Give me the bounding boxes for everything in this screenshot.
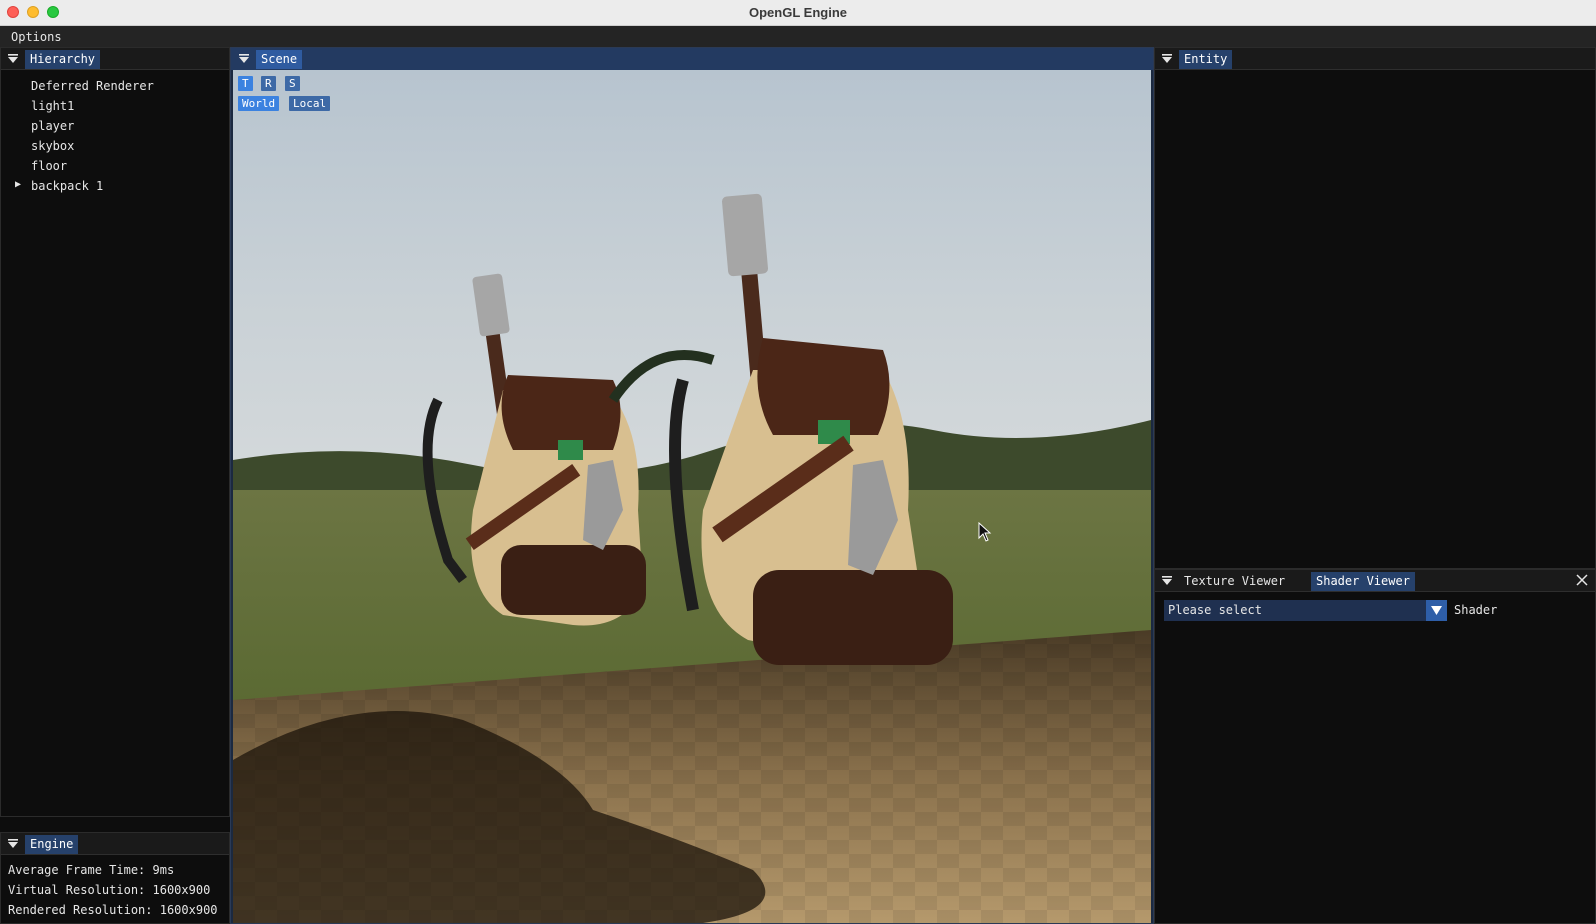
world-space-button[interactable]: World <box>238 96 280 111</box>
scene-panel: Scene T R S World Local <box>230 47 1154 924</box>
shader-select-label: Shader <box>1454 603 1498 617</box>
entity-header: Entity <box>1155 48 1595 70</box>
tree-item-player[interactable]: player <box>31 119 74 133</box>
menubar: Options <box>0 26 1596 47</box>
collapse-triangle-icon[interactable] <box>7 838 19 850</box>
viewer-panel: Texture Viewer Shader Viewer Please sele… <box>1154 569 1596 924</box>
engine-panel: Engine Average Frame Time: 9ms Virtual R… <box>0 832 230 924</box>
tree-item-floor[interactable]: floor <box>31 159 67 173</box>
shader-select-value: Please select <box>1168 603 1262 617</box>
collapse-triangle-icon[interactable] <box>238 53 250 68</box>
menu-options[interactable]: Options <box>11 30 62 44</box>
stat-frame-time: Average Frame Time: 9ms <box>8 863 175 877</box>
collapse-triangle-icon[interactable] <box>7 53 19 65</box>
collapse-triangle-icon[interactable] <box>1161 53 1173 65</box>
tab-shader-viewer[interactable]: Shader Viewer <box>1311 572 1415 591</box>
scene-render <box>233 70 1151 923</box>
window-title: OpenGL Engine <box>749 5 847 20</box>
hierarchy-panel: Hierarchy Deferred Renderer light1 playe… <box>0 47 230 817</box>
stat-virtual-resolution: Virtual Resolution: 1600x900 <box>8 883 211 897</box>
viewer-header: Texture Viewer Shader Viewer <box>1155 570 1595 592</box>
scene-viewport[interactable]: T R S World Local <box>233 70 1151 923</box>
scene-header: Scene <box>231 48 1153 70</box>
hierarchy-header: Hierarchy <box>1 48 229 70</box>
window-titlebar: OpenGL Engine <box>0 0 1596 26</box>
tree-item-deferred-renderer[interactable]: Deferred Renderer <box>31 79 154 93</box>
close-icon[interactable] <box>1575 573 1589 587</box>
entity-panel: Entity <box>1154 47 1596 569</box>
tab-scene[interactable]: Scene <box>256 50 303 69</box>
scale-gizmo-button[interactable]: S <box>285 76 300 91</box>
tree-item-backpack-1[interactable]: backpack 1 <box>31 179 103 193</box>
rotate-gizmo-button[interactable]: R <box>261 76 276 91</box>
tab-texture-viewer[interactable]: Texture Viewer <box>1179 572 1290 591</box>
tree-item-skybox[interactable]: skybox <box>31 139 74 153</box>
local-space-button[interactable]: Local <box>289 96 331 111</box>
tab-engine[interactable]: Engine <box>25 835 79 854</box>
tree-item-light1[interactable]: light1 <box>31 99 74 113</box>
engine-header: Engine <box>1 833 229 855</box>
stat-rendered-resolution: Rendered Resolution: 1600x900 <box>8 903 218 917</box>
chevron-down-icon[interactable] <box>1426 600 1447 621</box>
mouse-cursor-icon <box>978 522 992 542</box>
tab-entity[interactable]: Entity <box>1179 50 1233 69</box>
tab-hierarchy[interactable]: Hierarchy <box>25 50 101 69</box>
expand-arrow-icon[interactable]: ▶ <box>15 179 21 190</box>
collapse-triangle-icon[interactable] <box>1161 575 1173 587</box>
shader-select[interactable]: Please select <box>1164 600 1447 621</box>
translate-gizmo-button[interactable]: T <box>238 76 253 91</box>
